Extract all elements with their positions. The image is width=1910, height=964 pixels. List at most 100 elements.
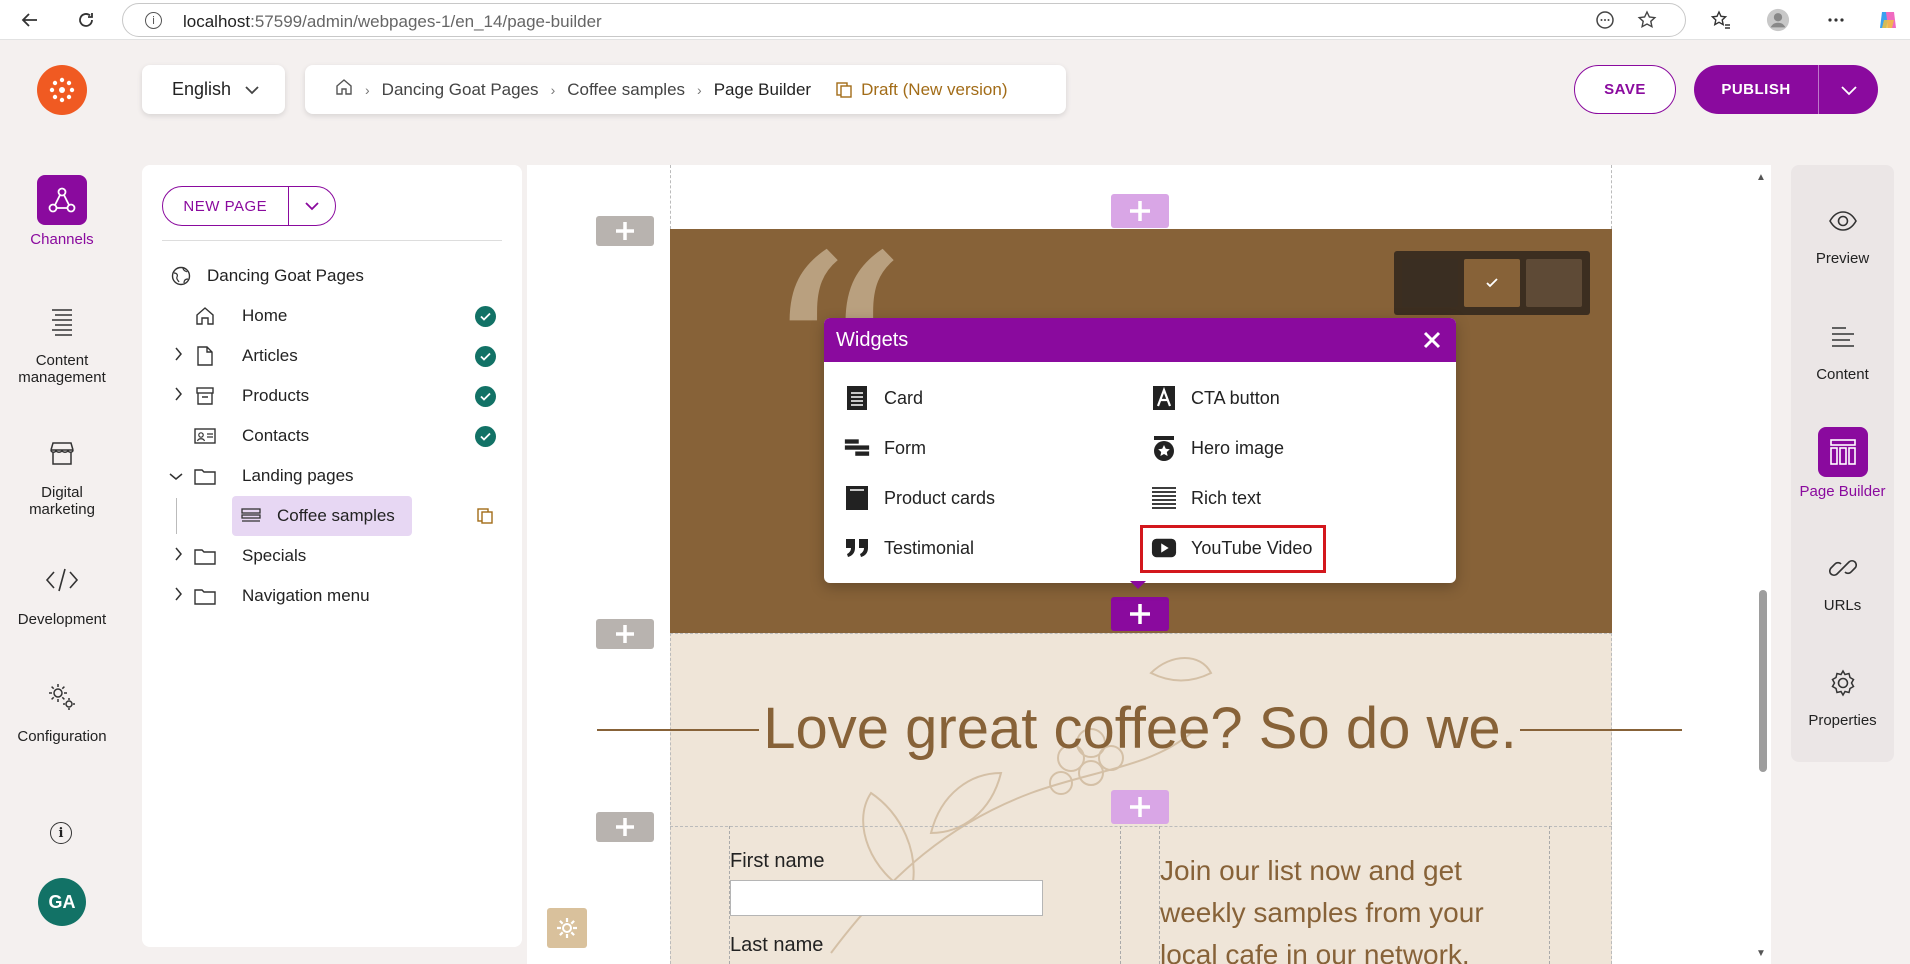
add-section-button[interactable]	[596, 812, 654, 842]
widget-rich-text[interactable]: Rich text	[1151, 478, 1261, 518]
swatch-medium[interactable]	[1526, 259, 1582, 307]
tree-node-label: Contacts	[242, 426, 310, 445]
tree-node-landing-pages[interactable]: Landing pages	[142, 458, 522, 494]
column-border	[1120, 826, 1121, 964]
first-name-label: First name	[730, 850, 825, 872]
add-widget-button[interactable]	[1111, 194, 1169, 228]
join-text: Join our list now and get weekly samples…	[1160, 855, 1484, 964]
chevron-right-icon[interactable]	[168, 546, 188, 566]
site-info-icon[interactable]: i	[145, 12, 162, 29]
panel-preview[interactable]: Preview	[1791, 198, 1894, 267]
add-section-button[interactable]	[596, 216, 654, 246]
add-section-button[interactable]	[596, 619, 654, 649]
tree-node-navigation-menu[interactable]: Navigation menu	[142, 578, 522, 614]
color-scheme-picker[interactable]	[1394, 251, 1590, 315]
nav-channels[interactable]: Channels	[0, 175, 124, 248]
widget-form[interactable]: Form	[844, 428, 926, 468]
back-icon[interactable]	[18, 8, 42, 32]
widget-testimonial[interactable]: Testimonial	[844, 528, 974, 568]
panel-page-builder[interactable]: Page Builder	[1791, 427, 1894, 500]
publish-button[interactable]: PUBLISH	[1694, 65, 1878, 114]
breadcrumb: › Dancing Goat Pages › Coffee samples › …	[305, 65, 1066, 114]
publish-dropdown[interactable]	[1818, 65, 1878, 114]
link-icon	[1820, 545, 1866, 591]
folder-icon	[194, 585, 216, 607]
folder-icon	[194, 465, 216, 487]
widget-card[interactable]: Card	[844, 378, 923, 418]
address-bar[interactable]: i localhost:57599/admin/webpages-1/en_14…	[122, 3, 1686, 37]
widget-product-cards[interactable]: Product cards	[844, 478, 995, 518]
panel-label: Content	[1816, 366, 1869, 383]
avatar[interactable]: GA	[38, 878, 86, 926]
widget-label: Hero image	[1191, 437, 1285, 458]
nav-label: Configuration	[17, 728, 107, 745]
profile-icon[interactable]	[1766, 8, 1790, 32]
nav-digital-marketing[interactable]: Digital marketing	[0, 428, 124, 518]
tree-node-home[interactable]: Home	[142, 298, 522, 334]
language-selector[interactable]: English	[142, 65, 285, 114]
panel-properties[interactable]: Properties	[1791, 660, 1894, 729]
breadcrumb-item[interactable]: Coffee samples	[567, 80, 685, 100]
widget-cta-button[interactable]: CTA button	[1151, 378, 1280, 418]
reader-icon[interactable]	[1595, 10, 1615, 35]
section-heading: Love great coffee? So do we.	[763, 696, 1517, 761]
widget-label: Product cards	[884, 487, 996, 508]
scroll-down-icon[interactable]: ▼	[1756, 948, 1766, 959]
tree-node-coffee-samples[interactable]: Coffee samples	[142, 498, 522, 534]
tree-node-label: Landing pages	[242, 466, 354, 485]
gear-icon	[1820, 660, 1866, 706]
form-icon	[844, 435, 870, 461]
widget-hero-image[interactable]: Hero image	[1151, 428, 1284, 468]
kentico-logo[interactable]	[37, 65, 87, 115]
quote-icon	[844, 535, 870, 561]
nav-configuration[interactable]: Configuration	[0, 672, 124, 745]
tree-node-specials[interactable]: Specials	[142, 538, 522, 574]
scroll-up-icon[interactable]: ▲	[1756, 172, 1766, 183]
language-label: English	[172, 79, 232, 99]
breadcrumb-item[interactable]: Dancing Goat Pages	[382, 80, 539, 100]
tree-node-label: Coffee samples	[277, 506, 395, 525]
new-page-label[interactable]: NEW PAGE	[163, 198, 288, 215]
close-icon[interactable]	[1418, 326, 1446, 354]
tree-node-contacts[interactable]: Contacts	[142, 418, 522, 454]
tree-node-articles[interactable]: Articles	[142, 338, 522, 374]
nav-development[interactable]: Development	[0, 555, 124, 628]
chevron-right-icon[interactable]	[168, 586, 188, 606]
panel-urls[interactable]: URLs	[1791, 545, 1894, 614]
section-settings-button[interactable]	[547, 908, 587, 948]
tree-node-products[interactable]: Products	[142, 378, 522, 414]
canvas-scrollbar[interactable]	[1754, 165, 1771, 964]
folder-icon	[194, 545, 216, 567]
reload-icon[interactable]	[74, 8, 98, 32]
new-page-button[interactable]: NEW PAGE	[162, 186, 336, 226]
add-widget-button[interactable]	[1111, 790, 1169, 824]
chevron-right-icon[interactable]	[168, 386, 188, 406]
chevron-down-icon[interactable]	[166, 466, 186, 486]
favorite-star-icon[interactable]	[1637, 10, 1657, 35]
info-icon[interactable]: i	[50, 822, 72, 844]
new-page-dropdown[interactable]	[287, 187, 335, 225]
nav-label: Content management	[18, 352, 106, 386]
breadcrumb-separator: ›	[550, 81, 556, 98]
plus-icon	[616, 222, 634, 240]
nav-content-management[interactable]: Content management	[0, 296, 124, 386]
chevron-right-icon[interactable]	[168, 346, 188, 366]
swatch-brown-selected[interactable]	[1464, 259, 1520, 307]
publish-label[interactable]: PUBLISH	[1694, 81, 1818, 98]
first-name-input[interactable]	[730, 880, 1043, 916]
widgets-dialog-title: Widgets	[836, 328, 909, 351]
rich-text-icon	[1151, 485, 1177, 511]
tree-node-label: Specials	[242, 546, 307, 565]
copilot-icon[interactable]	[1876, 8, 1900, 32]
add-widget-button-active[interactable]	[1111, 597, 1169, 631]
check-icon	[1486, 278, 1498, 288]
tree-root[interactable]: Dancing Goat Pages	[142, 258, 522, 294]
panel-content[interactable]: Content	[1791, 314, 1894, 383]
save-button[interactable]: SAVE	[1574, 65, 1676, 114]
home-icon[interactable]	[335, 78, 353, 101]
scroll-thumb[interactable]	[1759, 590, 1767, 772]
favorites-icon[interactable]	[1709, 8, 1733, 32]
more-icon[interactable]	[1824, 8, 1848, 32]
published-check-icon	[475, 386, 496, 407]
swatch-dark[interactable]	[1402, 259, 1458, 307]
